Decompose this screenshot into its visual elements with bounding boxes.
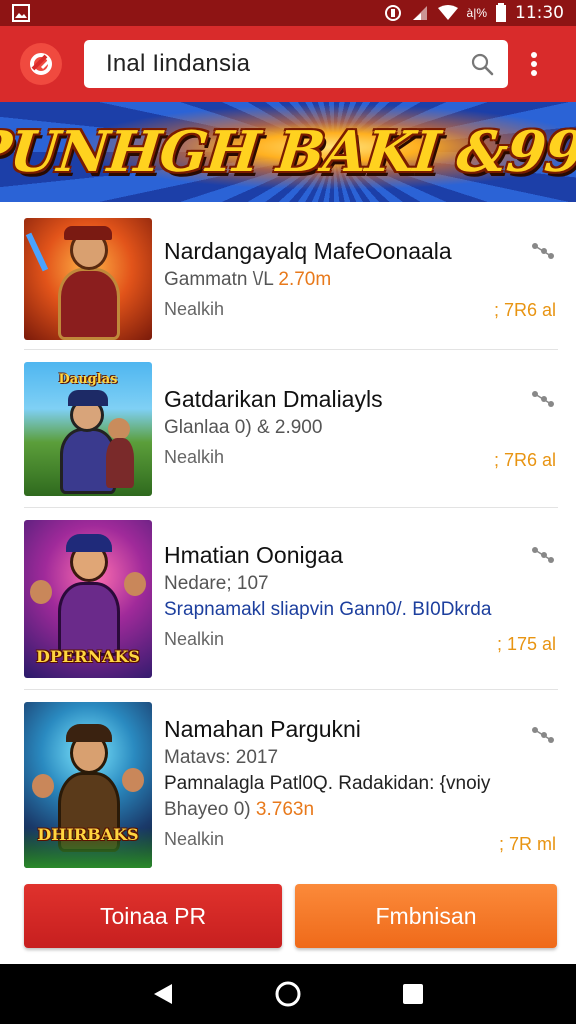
sidekick-head [124,572,146,596]
home-icon[interactable] [268,974,308,1014]
item-subtitle-2-text: Bhayeo 0) [164,799,256,820]
sidekick-head [108,418,130,440]
app-logo-icon[interactable] [20,43,62,85]
item-subtitle: Nedare; 107 [164,573,558,595]
secondary-action-button[interactable]: Fmbnisan [295,884,557,948]
sidekick-head [122,768,144,792]
item-price: ; 7R6 al [493,300,556,320]
thumb-title: Dauglas [58,372,118,387]
item-subtitle-text: Matavs: 2017 [164,747,279,768]
menu-dot [531,52,537,58]
item-title: Namahan Pargukni [164,716,361,742]
share-icon[interactable] [530,390,554,408]
primary-action-button[interactable]: Toinaa PR [24,884,282,948]
search-input-value[interactable]: Inal Iindansia [106,50,470,78]
item-subtitle-2-highlight: 3.763n [255,799,315,820]
hero-hair [68,390,108,406]
list-item[interactable]: DHIRBAKS Namahan Pargukni Matavs: 2017 P… [24,690,558,874]
thumb-title: DPERNAKS [36,647,140,666]
item-subtitle-text: Nedare; 107 [164,573,269,594]
status-bar: à|% 11:30 [0,0,576,26]
item-description: Srapnamakl sliapvin Gann0/. BI0Dkrda [164,599,492,620]
list-item[interactable]: DPERNAKS Hmatian Oonigaa Nedare; 107 Sra… [24,508,558,690]
item-info: Namahan Pargukni Matavs: 2017 Pamnalagla… [164,716,558,850]
item-subtitle-highlight: 2.70m [278,269,332,290]
item-subtitle-2: Bhayeo 0) 3.763n [164,799,558,821]
game-thumbnail: DHIRBAKS [24,702,152,868]
more-vert-icon[interactable] [526,48,542,80]
item-subtitle: Glanlaa 0) & 2.900 [164,417,558,439]
item-title: Gatdarikan Dmaliayls [164,386,383,412]
menu-dot [531,61,537,67]
game-list: Nardangayalq MafeOonaala Gammatn \/L 2.7… [0,202,576,874]
gallery-icon [12,4,30,22]
item-description: Pamnalagla Patl0Q. Radakidan: {vnoiy [164,773,491,794]
app-bar: Inal Iindansia [0,26,576,102]
status-time: 11:30 [515,3,564,23]
item-price: ; 7R6 al [493,450,556,470]
back-icon[interactable] [143,974,183,1014]
hero-figure [58,582,120,656]
hero-hat [64,226,112,240]
vibrate-icon [383,4,403,22]
promo-banner[interactable]: PUNHGH BAKI &99! [0,102,576,202]
game-thumbnail: DPERNAKS [24,520,152,678]
battery-percent: à|% [466,6,487,20]
system-nav-bar [0,964,576,1024]
hero-hair [66,724,112,742]
battery-icon [495,3,507,23]
share-icon[interactable] [530,242,554,260]
item-subtitle-text: Gammatn \/L [164,269,279,290]
list-item[interactable]: Dauglas Gatdarikan Dmaliayls Glanlaa 0) … [24,350,558,508]
item-subtitle: Gammatn \/L 2.70m [164,269,558,291]
action-bar: Toinaa PR Fmbnisan [0,874,576,964]
hero-figure [58,268,120,340]
item-title: Nardangayalq MafeOonaala [164,238,452,264]
search-icon[interactable] [470,52,494,76]
sidekick-head [30,580,52,604]
signal-icon [411,5,429,21]
sidekick-figure [106,438,134,488]
lightning-bolt [25,232,49,272]
item-subtitle: Matavs: 2017 [164,747,558,769]
wifi-icon [437,5,459,21]
recents-icon[interactable] [393,974,433,1014]
item-price: ; 7R ml [498,834,556,854]
thumb-title: DHIRBAKS [37,825,139,844]
search-input[interactable]: Inal Iindansia [84,40,508,88]
share-icon[interactable] [530,546,554,564]
item-subtitle-text: Glanlaa 0) & 2.900 [164,417,323,438]
share-icon[interactable] [530,726,554,744]
game-thumbnail: Dauglas [24,362,152,496]
sidekick-head [32,774,54,798]
list-item[interactable]: Nardangayalq MafeOonaala Gammatn \/L 2.7… [24,202,558,350]
item-title: Hmatian Oonigaa [164,542,343,568]
hero-hair [66,534,112,552]
game-thumbnail [24,218,152,340]
item-price: ; 175 al [496,634,556,654]
menu-dot [531,70,537,76]
banner-title: PUNHGH BAKI &99! [0,119,576,185]
banner-title-wrap: PUNHGH BAKI &99! [0,102,576,202]
